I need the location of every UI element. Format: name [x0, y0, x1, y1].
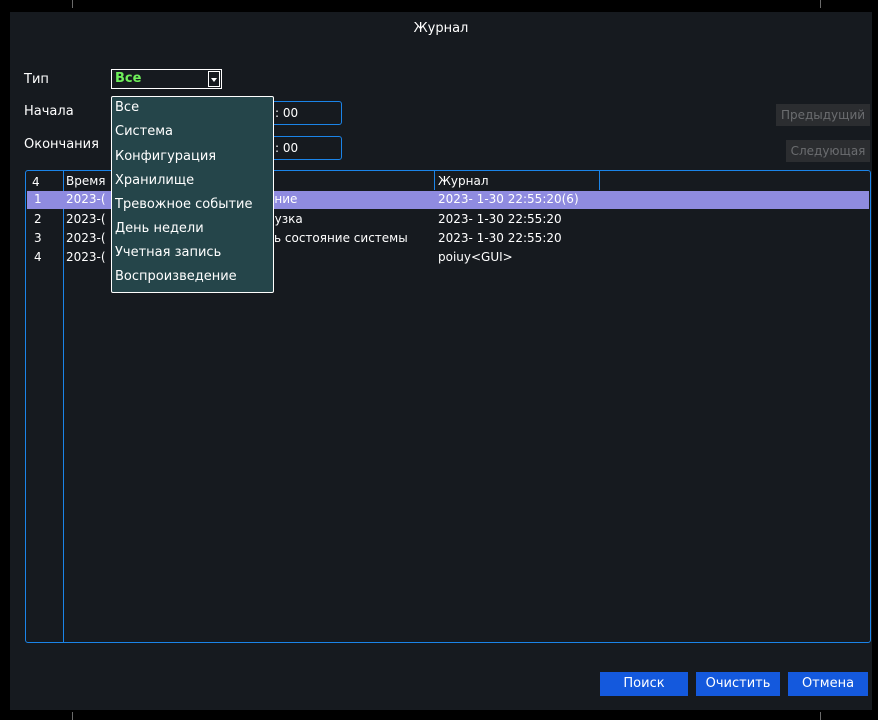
type-select-value: Все	[115, 71, 142, 86]
dropdown-option-config[interactable]: Конфигурация	[115, 149, 216, 164]
frame-tick	[72, 0, 73, 8]
column-divider	[599, 171, 600, 190]
row-journal: poiuy<GUI>	[438, 250, 513, 264]
header-journal[interactable]: Журнал	[438, 174, 489, 188]
search-button[interactable]: Поиск	[600, 672, 688, 696]
previous-button[interactable]: Предыдущий	[776, 104, 870, 126]
type-select[interactable]: Все	[111, 69, 222, 89]
cancel-button[interactable]: Отмена	[788, 672, 868, 696]
row-time: 2023-(	[66, 250, 106, 264]
row-time: 2023-(	[66, 231, 106, 245]
dropdown-option-weekday[interactable]: День недели	[115, 221, 204, 236]
chevron-down-icon[interactable]	[208, 71, 220, 87]
row-number: 1	[34, 192, 42, 206]
dropdown-option-storage[interactable]: Хранилище	[115, 173, 194, 188]
row-number: 4	[34, 250, 42, 264]
row-time: 2023-(	[66, 192, 106, 206]
column-divider	[434, 171, 435, 190]
row-journal: 2023- 1-30 22:55:20(6)	[438, 192, 579, 206]
log-dialog: Журнал Тип Все Начала : 00 Окончания : 0…	[10, 12, 872, 710]
start-time-value: : 00	[275, 106, 299, 120]
frame-tick	[72, 712, 73, 720]
row-journal: 2023- 1-30 22:55:20	[438, 212, 562, 226]
frame-tick	[820, 712, 821, 720]
row-number: 2	[34, 212, 42, 226]
start-time-field[interactable]: : 00	[268, 101, 342, 125]
row-time: 2023-(	[66, 212, 106, 226]
row-count: 4	[32, 175, 40, 189]
dialog-title: Журнал	[413, 21, 469, 36]
type-label: Тип	[24, 72, 49, 87]
dropdown-option-account[interactable]: Учетная запись	[115, 245, 221, 260]
end-label: Окончания	[24, 137, 99, 152]
dropdown-option-alarm[interactable]: Тревожное событие	[115, 197, 253, 212]
dropdown-option-all[interactable]: Все	[115, 100, 139, 115]
header-time[interactable]: Время	[66, 174, 106, 188]
next-button[interactable]: Следующая	[786, 140, 870, 162]
frame-tick	[820, 0, 821, 8]
dropdown-option-playback[interactable]: Воспроизведение	[115, 269, 237, 284]
dropdown-option-system[interactable]: Система	[115, 124, 173, 139]
row-journal: 2023- 1-30 22:55:20	[438, 231, 562, 245]
row-number: 3	[34, 231, 42, 245]
end-time-field[interactable]: : 00	[268, 136, 342, 160]
row-event: ть состояние системы	[267, 231, 408, 245]
start-label: Начала	[24, 104, 74, 119]
end-time-value: : 00	[275, 141, 299, 155]
type-dropdown-menu: Все Система Конфигурация Хранилище Трево…	[111, 96, 274, 293]
clear-button[interactable]: Очистить	[696, 672, 780, 696]
